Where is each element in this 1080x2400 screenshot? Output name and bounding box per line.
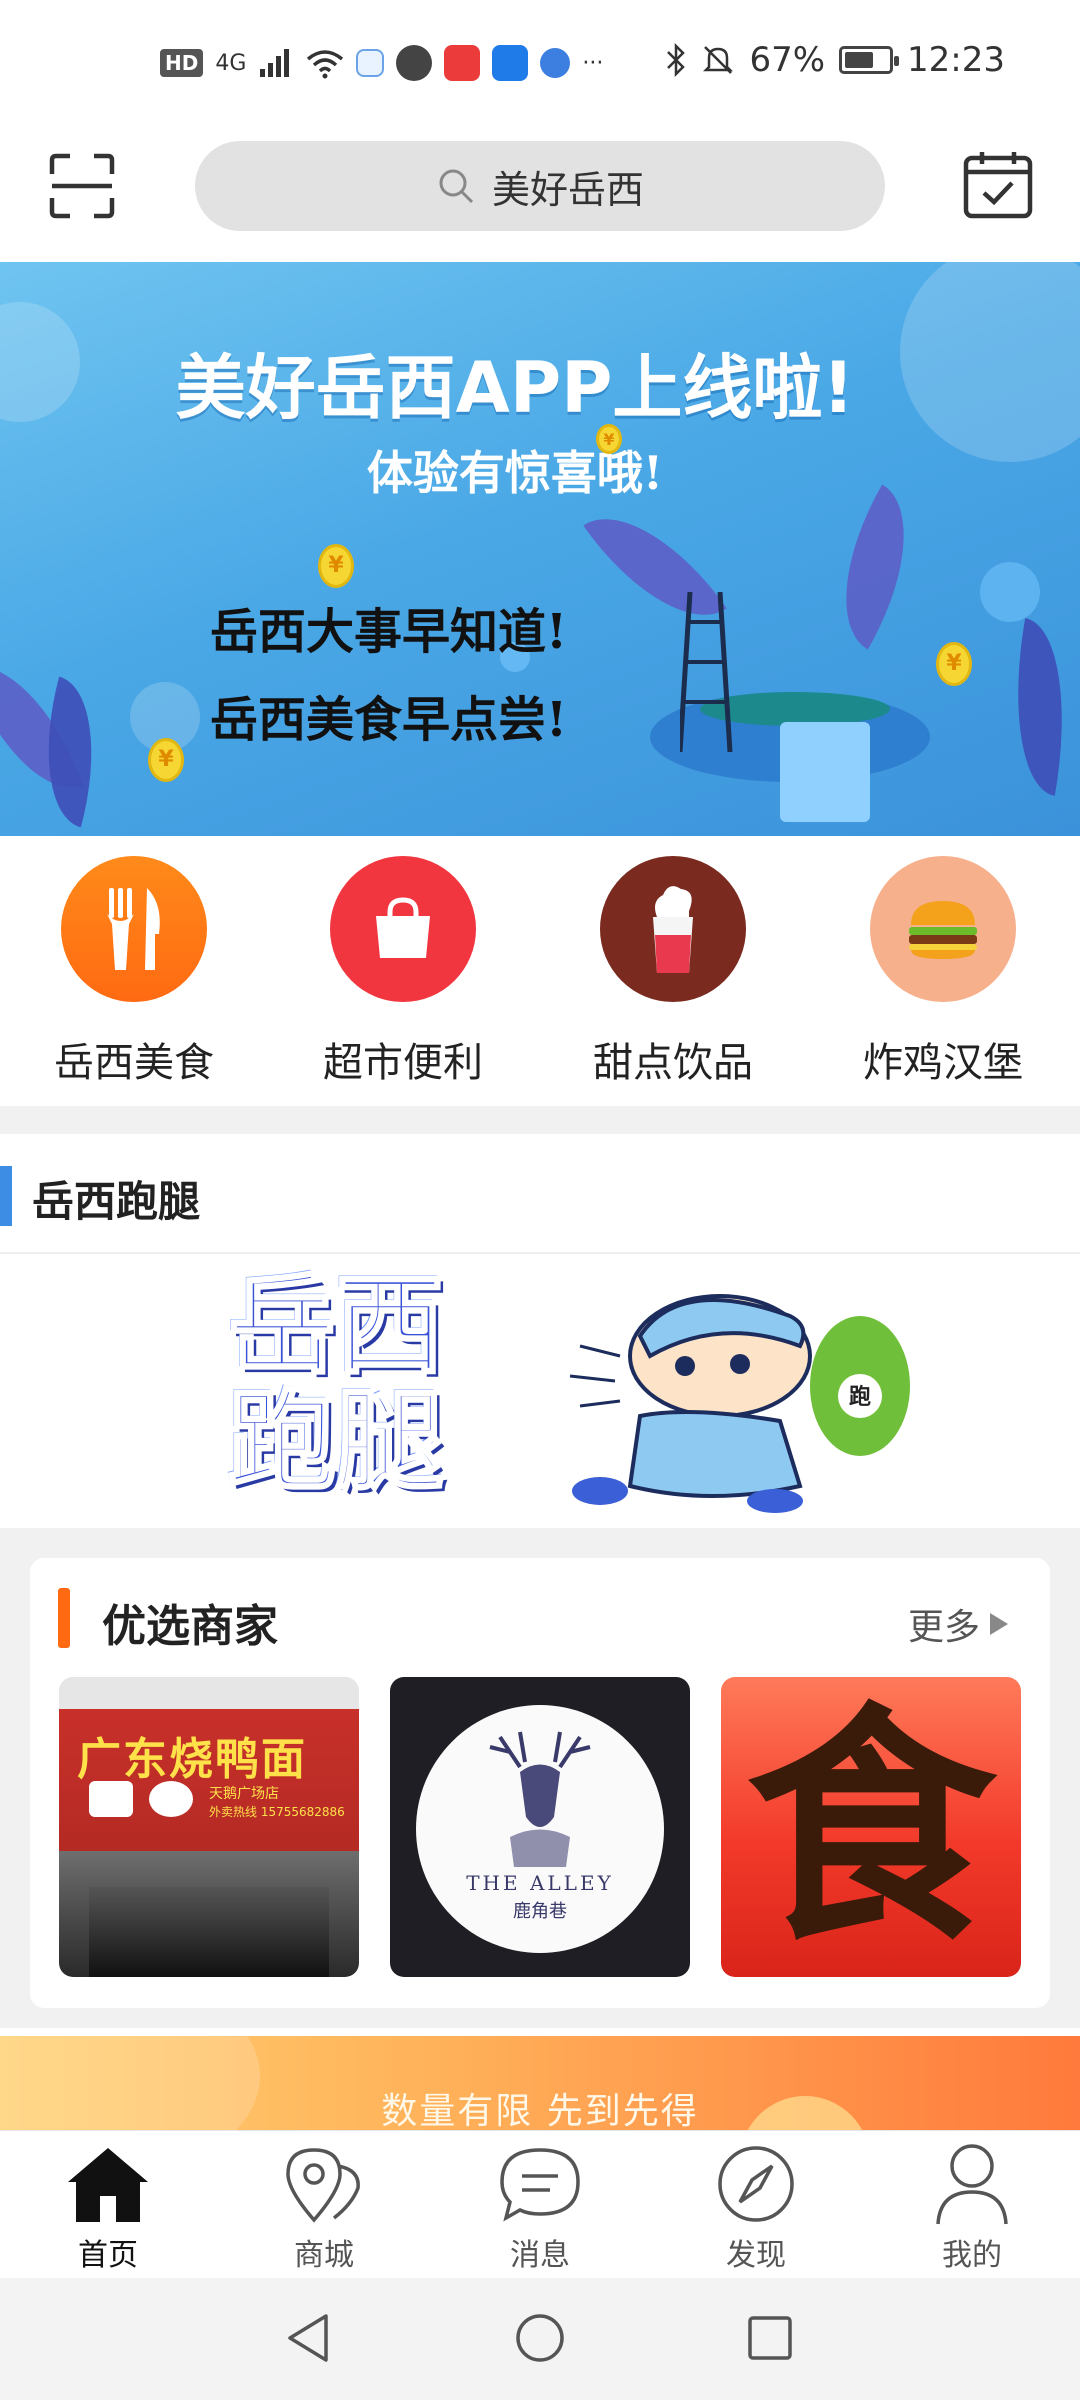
- category-food[interactable]: 岳西美食: [34, 856, 234, 1088]
- deer-logo-icon: [489, 1731, 591, 1867]
- nav-profile[interactable]: 我的: [902, 2142, 1042, 2274]
- promo-text: 数量有限 先到先得: [381, 2091, 699, 2130]
- chevron-right-icon: [990, 1613, 1008, 1635]
- location-pin-icon: [286, 2148, 360, 2223]
- coin-icon: ¥: [936, 642, 972, 686]
- section-accent-bar: [58, 1588, 70, 1648]
- bluetooth-icon: [667, 43, 686, 77]
- wifi-icon: [307, 50, 344, 79]
- search-bar[interactable]: 美好岳西: [195, 141, 885, 231]
- banner-subtitle: 体验有惊喜哦!: [366, 446, 664, 500]
- nav-messages[interactable]: 消息: [470, 2142, 610, 2274]
- errand-logo-text: 岳西 跑腿: [226, 1263, 445, 1505]
- category-grid: 岳西美食 超市便利 甜点饮品 炸鸡汉堡: [0, 836, 1080, 1106]
- category-burgers[interactable]: 炸鸡汉堡: [843, 856, 1043, 1088]
- coin-icon: ¥: [596, 424, 622, 454]
- bag-text: 跑: [849, 1385, 871, 1410]
- errand-banner[interactable]: 跑: [0, 1256, 1080, 1528]
- coin-icon: ¥: [318, 544, 354, 588]
- huawei-app-icon: [444, 45, 481, 81]
- category-label: 甜点饮品: [593, 1040, 753, 1086]
- compass-icon: [718, 2146, 794, 2222]
- merchant-card-food[interactable]: 食: [721, 1677, 1021, 1977]
- more-notifications-icon: ···: [582, 50, 604, 76]
- app-notification-icon: [396, 45, 433, 81]
- status-bar-right: 67% 12:23: [665, 40, 1005, 80]
- status-bar-left: HD 4G ···: [160, 45, 603, 81]
- banner-line-2: 岳西美食早点尝!: [210, 692, 568, 748]
- search-icon: [439, 169, 474, 204]
- category-label: 炸鸡汉堡: [863, 1040, 1023, 1086]
- user-icon: [936, 2144, 1008, 2225]
- search-text: 美好岳西: [491, 167, 644, 212]
- merchants-title: 优选商家: [102, 1601, 278, 1652]
- home-circle-icon[interactable]: [512, 2310, 568, 2366]
- browser-app-icon: [540, 48, 571, 78]
- merchant-sign-text: 广东烧鸭面: [77, 1734, 307, 1785]
- bulb-app-icon: [492, 45, 529, 81]
- errand-logo-line-1: 岳西: [226, 1263, 445, 1389]
- system-navigation-bar: [0, 2278, 1080, 2400]
- home-icon: [68, 2148, 148, 2222]
- nav-home[interactable]: 首页: [38, 2142, 178, 2274]
- section-accent-bar: [0, 1166, 12, 1226]
- errand-section-title: 岳西跑腿: [32, 1177, 201, 1226]
- shopping-bag-icon: [330, 856, 476, 1002]
- coin-icon: ¥: [148, 738, 184, 782]
- app-notification-icon: [356, 49, 385, 77]
- merchant-logo-text: THE ALLEY: [466, 1871, 614, 1895]
- merchant-sign-phone: 外卖热线 15755682886: [209, 1805, 345, 1819]
- merchant-card-duck-noodles[interactable]: 广东烧鸭面 天鹅广场店 外卖热线 15755682886: [59, 1677, 359, 1977]
- battery-percent: 67%: [749, 40, 826, 80]
- merchant-logo-char: 食: [746, 1680, 996, 1974]
- section-divider: [0, 1106, 1080, 1134]
- banner-title: 美好岳西APP上线啦!: [175, 347, 855, 429]
- signal-icon: [260, 49, 290, 77]
- chat-bubble-icon: [500, 2148, 580, 2222]
- banner-line-1: 岳西大事早知道!: [210, 604, 568, 660]
- nav-label: 消息: [510, 2238, 570, 2273]
- merchant-card-the-alley[interactable]: THE ALLEY 鹿角巷: [390, 1677, 690, 1977]
- back-icon[interactable]: [282, 2310, 338, 2366]
- calendar-check-icon[interactable]: [962, 148, 1034, 220]
- nav-label: 发现: [726, 2238, 786, 2273]
- category-label: 超市便利: [323, 1040, 483, 1086]
- nav-label: 首页: [78, 2238, 138, 2273]
- status-bar: HD 4G ··· 67% 12:23: [0, 0, 1080, 130]
- category-label: 岳西美食: [54, 1040, 214, 1086]
- nav-label: 我的: [942, 2238, 1002, 2273]
- merchant-sign-sub: 天鹅广场店: [209, 1786, 279, 1802]
- mute-icon: [703, 46, 734, 74]
- fork-knife-icon: [61, 856, 207, 1002]
- ice-cream-icon: [600, 856, 746, 1002]
- nav-mall[interactable]: 商城: [254, 2142, 394, 2274]
- battery-icon: [839, 46, 900, 74]
- more-label: 更多: [907, 1607, 980, 1648]
- clock: 12:23: [907, 40, 1005, 80]
- category-supermarket[interactable]: 超市便利: [303, 856, 503, 1088]
- burger-icon: [870, 856, 1016, 1002]
- delivery-mascot-image: 跑: [569, 1294, 910, 1513]
- promo-banner[interactable]: 美好岳西APP上线啦! 体验有惊喜哦! 岳西大事早知道! 岳西美食早点尝! ¥ …: [0, 262, 1080, 836]
- network-type: 4G: [215, 50, 247, 76]
- hd-badge: HD: [160, 49, 204, 77]
- nav-label: 商城: [294, 2238, 354, 2273]
- recents-icon[interactable]: [742, 2310, 798, 2366]
- errand-logo-line-2: 跑腿: [226, 1379, 445, 1505]
- nav-discover[interactable]: 发现: [686, 2142, 826, 2274]
- more-link[interactable]: 更多: [908, 1598, 1008, 1650]
- category-desserts[interactable]: 甜点饮品: [573, 856, 773, 1088]
- merchant-logo-sub: 鹿角巷: [513, 1901, 567, 1922]
- promo-strip[interactable]: 数量有限 先到先得: [0, 2036, 1080, 2130]
- scan-icon[interactable]: [48, 152, 116, 220]
